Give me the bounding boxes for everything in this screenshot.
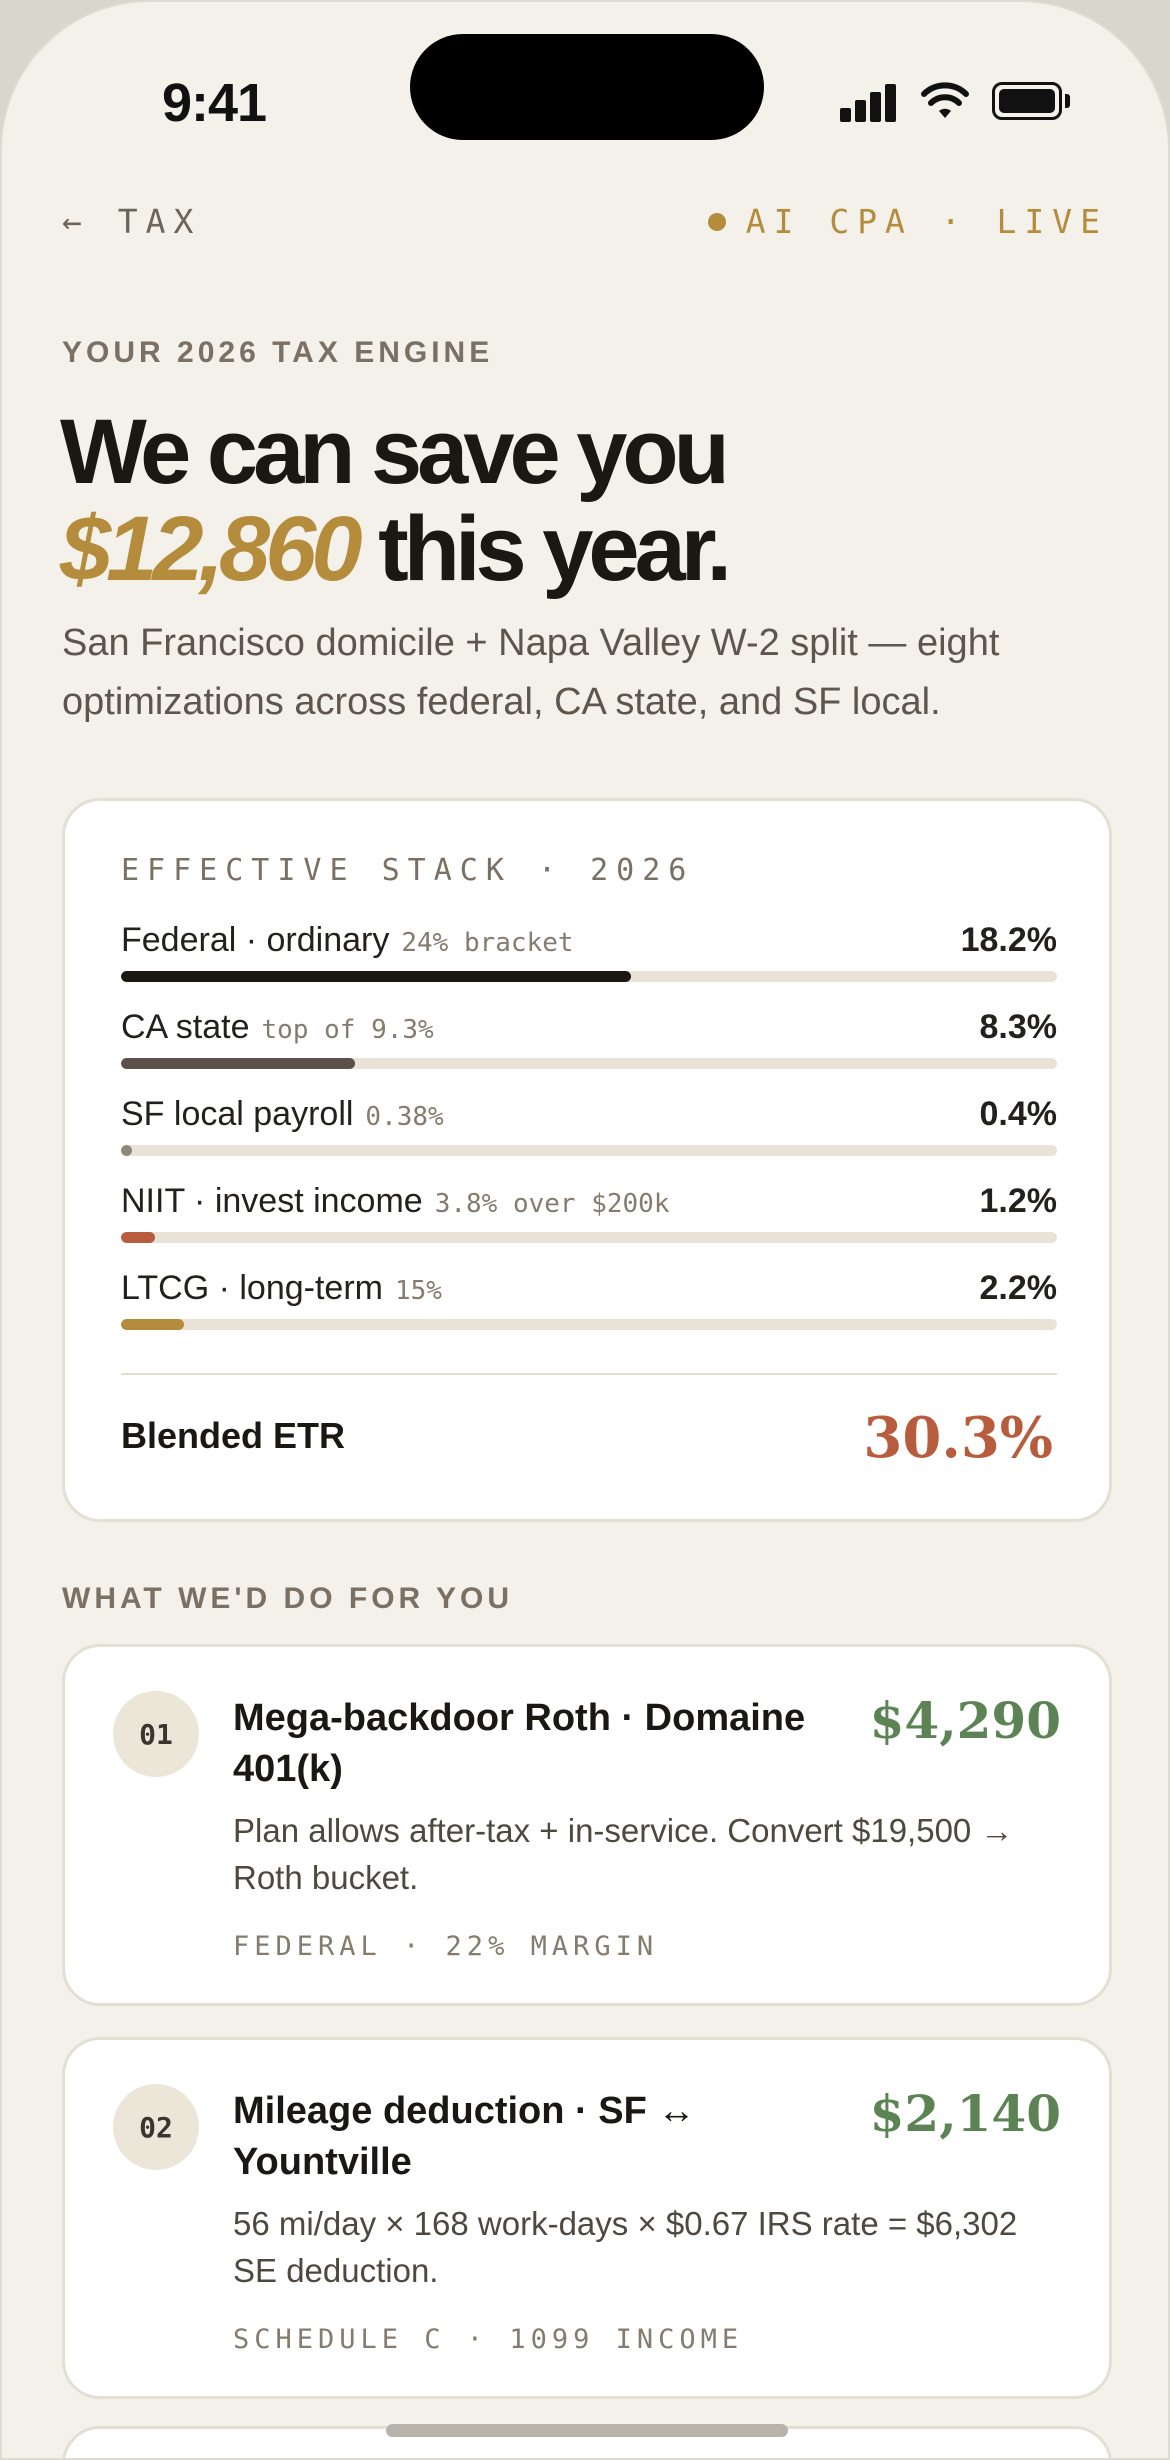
row-bar	[121, 1319, 184, 1330]
row-track	[121, 1232, 1057, 1243]
row-label: CA state	[121, 1008, 250, 1046]
optimization-title: Mileage deduction · SF ↔ Yountville	[233, 2090, 696, 2183]
optimization-tag: FEDERAL · 22% MARGIN	[233, 1931, 659, 1962]
stack-divider	[121, 1373, 1057, 1375]
row-track	[121, 1058, 1057, 1069]
row-percent: 8.3%	[979, 1008, 1058, 1046]
hero-subtitle: San Francisco domicile + Napa Valley W-2…	[62, 622, 1000, 723]
row-track	[121, 1145, 1057, 1156]
row-note: 0.38%	[365, 1102, 444, 1132]
row-percent: 2.2%	[979, 1269, 1058, 1307]
row-bar	[121, 1145, 133, 1156]
row-note: 15%	[394, 1276, 442, 1306]
row-label: NIIT · invest income	[121, 1182, 423, 1220]
ai-cpa-live-status[interactable]: AI CPA · LIVE	[707, 202, 1108, 241]
optimization-description: 56 mi/day × 168 work-days × $0.67 IRS ra…	[233, 2205, 1018, 2289]
optimization-number: 01	[113, 1691, 199, 1777]
row-percent: 18.2%	[960, 921, 1057, 959]
optimization-number: 02	[113, 2084, 199, 2170]
effective-stack-card: EFFECTIVE STACK · 2026 Federal · ordinar…	[62, 798, 1112, 1522]
wifi-icon	[921, 82, 969, 118]
optimization-amount: $2,140	[869, 2084, 1061, 2143]
optimization-title: Mega-backdoor Roth · Domaine 401(k)	[233, 1697, 806, 1790]
row-note: top of 9.3%	[261, 1015, 434, 1045]
stack-row-ltcg: LTCG · long-term 15% 2.2%	[121, 1269, 1057, 1349]
optimization-card[interactable]: 01 Mega-backdoor Roth · Domaine 401(k) $…	[62, 1644, 1112, 2006]
row-track	[121, 1319, 1057, 1330]
live-status-label: AI CPA · LIVE	[745, 202, 1108, 241]
row-bar	[121, 1232, 155, 1243]
stack-row-niit: NIIT · invest income 3.8% over $200k 1.2%	[121, 1182, 1057, 1262]
section-label: WHAT WE'D DO FOR YOU	[62, 1582, 514, 1615]
hero-eyebrow: YOUR 2026 TAX ENGINE	[62, 336, 494, 369]
row-percent: 1.2%	[979, 1182, 1058, 1220]
stack-row-ca-state: CA state top of 9.3% 8.3%	[121, 1008, 1057, 1088]
stack-row-federal: Federal · ordinary 24% bracket 18.2%	[121, 921, 1057, 1001]
optimization-tag: SCHEDULE C · 1099 INCOME	[233, 2324, 744, 2355]
back-to-tax-link[interactable]: ← TAX	[62, 202, 201, 241]
row-bar	[121, 971, 632, 982]
phone-screen: 9:41 ← TAX AI CPA · LIVE YOUR 2026 TAX E…	[0, 0, 1170, 2460]
row-label: SF local payroll	[121, 1095, 354, 1133]
hero-headline-rest: this year.	[378, 498, 732, 600]
battery-icon	[992, 82, 1070, 120]
home-indicator[interactable]	[386, 2424, 788, 2437]
row-track	[121, 971, 1057, 982]
hero-headline-line1: We can save you	[60, 401, 730, 503]
optimization-card[interactable]: 02 Mileage deduction · SF ↔ Yountville $…	[62, 2037, 1112, 2399]
row-label: Federal · ordinary	[121, 921, 390, 959]
blended-etr-value: 30.3%	[863, 1405, 1053, 1471]
stack-row-sf-local: SF local payroll 0.38% 0.4%	[121, 1095, 1057, 1175]
blended-etr-label: Blended ETR	[121, 1415, 346, 1456]
row-bar	[121, 1058, 355, 1069]
dynamic-island	[410, 34, 764, 140]
stack-title: EFFECTIVE STACK · 2026	[121, 853, 695, 888]
status-time: 9:41	[162, 73, 267, 133]
row-note: 24% bracket	[401, 928, 574, 958]
optimization-description: Plan allows after-tax + in-service. Conv…	[233, 1812, 1014, 1896]
row-label: LTCG · long-term	[121, 1269, 383, 1307]
optimization-amount: $4,290	[869, 1691, 1061, 1750]
hero-savings-amount: $12,860	[60, 498, 363, 600]
live-dot-icon	[707, 212, 726, 231]
row-percent: 0.4%	[979, 1095, 1058, 1133]
signal-icon	[840, 82, 898, 122]
row-note: 3.8% over $200k	[434, 1189, 670, 1219]
hero-headline-line2: $12,860 this year.	[60, 497, 732, 602]
